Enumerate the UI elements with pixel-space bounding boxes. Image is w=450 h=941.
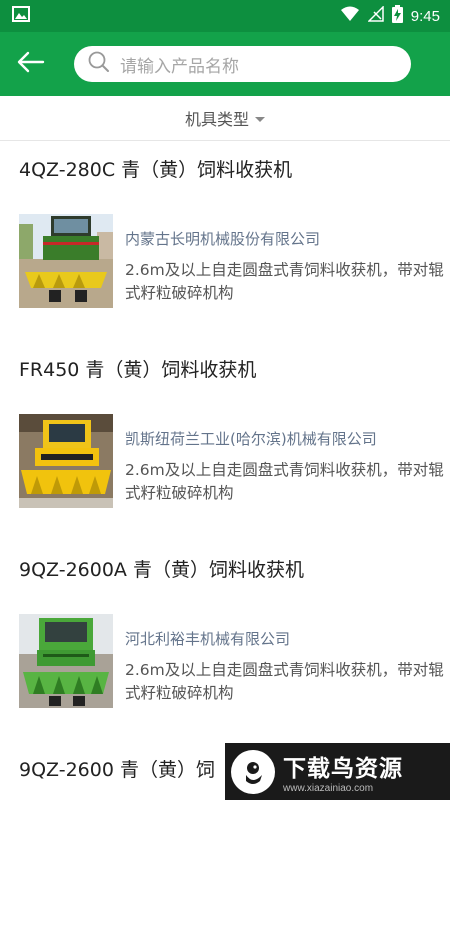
- product-item[interactable]: 9QZ-2600A 青（黄）饲料收获机 河北利裕丰机械有限公司 2.6m及以上自…: [0, 541, 450, 741]
- product-description: 2.6m及以上自走圆盘式青饲料收获机，带对辊式籽粒破碎机构: [125, 461, 444, 502]
- harvester-photo: [19, 614, 113, 708]
- harvester-photo: [19, 414, 113, 508]
- search-input[interactable]: 请输入产品名称: [74, 46, 411, 82]
- filter-machine-type[interactable]: 机具类型: [0, 96, 450, 141]
- product-title: 9QZ-2600 青（黄）饲: [19, 759, 215, 781]
- product-description: 2.6m及以上自走圆盘式青饲料收获机，带对辊式籽粒破碎机构: [125, 261, 444, 302]
- watermark: 下载鸟资源 www.xiazainiao.com: [225, 743, 450, 800]
- search-placeholder: 请输入产品名称: [120, 56, 239, 77]
- caret-down-icon: [255, 116, 265, 122]
- search-icon: [88, 51, 110, 77]
- bird-logo-icon: [231, 749, 275, 794]
- product-company: 凯斯纽荷兰工业(哈尔滨)机械有限公司: [125, 430, 377, 448]
- status-right: 9:45: [340, 5, 440, 27]
- back-button[interactable]: [0, 32, 62, 96]
- filter-label: 机具类型: [184, 110, 249, 129]
- product-title: 9QZ-2600A 青（黄）饲料收获机: [19, 559, 304, 581]
- product-item[interactable]: 4QZ-280C 青（黄）饲料收获机 内蒙古长明机械股份有限公司 2.6m及以上…: [0, 141, 450, 341]
- watermark-main: 下载鸟资源: [283, 756, 403, 782]
- status-time: 9:45: [410, 7, 440, 25]
- app-bar: 请输入产品名称: [0, 32, 450, 96]
- product-company: 河北利裕丰机械有限公司: [125, 630, 291, 648]
- product-company: 内蒙古长明机械股份有限公司: [125, 230, 321, 248]
- status-left: [12, 6, 30, 26]
- product-description: 2.6m及以上自走圆盘式青饲料收获机，带对辊式籽粒破碎机构: [125, 661, 444, 702]
- image-icon: [12, 6, 30, 26]
- status-bar: 9:45: [0, 0, 450, 32]
- back-arrow-icon: [17, 51, 45, 77]
- product-item[interactable]: FR450 青（黄）饲料收获机 凯斯纽荷兰工业(哈尔滨)机械有限公司 2.6m及…: [0, 341, 450, 541]
- no-signal-icon: [366, 5, 384, 26]
- wifi-icon: [340, 6, 360, 26]
- product-list: 4QZ-280C 青（黄）饲料收获机 内蒙古长明机械股份有限公司 2.6m及以上…: [0, 141, 450, 941]
- harvester-photo: [19, 214, 113, 308]
- battery-charging-icon: [391, 5, 403, 27]
- product-title: 4QZ-280C 青（黄）饲料收获机: [19, 159, 293, 181]
- watermark-text: 下载鸟资源 www.xiazainiao.com: [283, 749, 403, 794]
- product-title: FR450 青（黄）饲料收获机: [19, 359, 257, 381]
- watermark-sub: www.xiazainiao.com: [283, 783, 374, 794]
